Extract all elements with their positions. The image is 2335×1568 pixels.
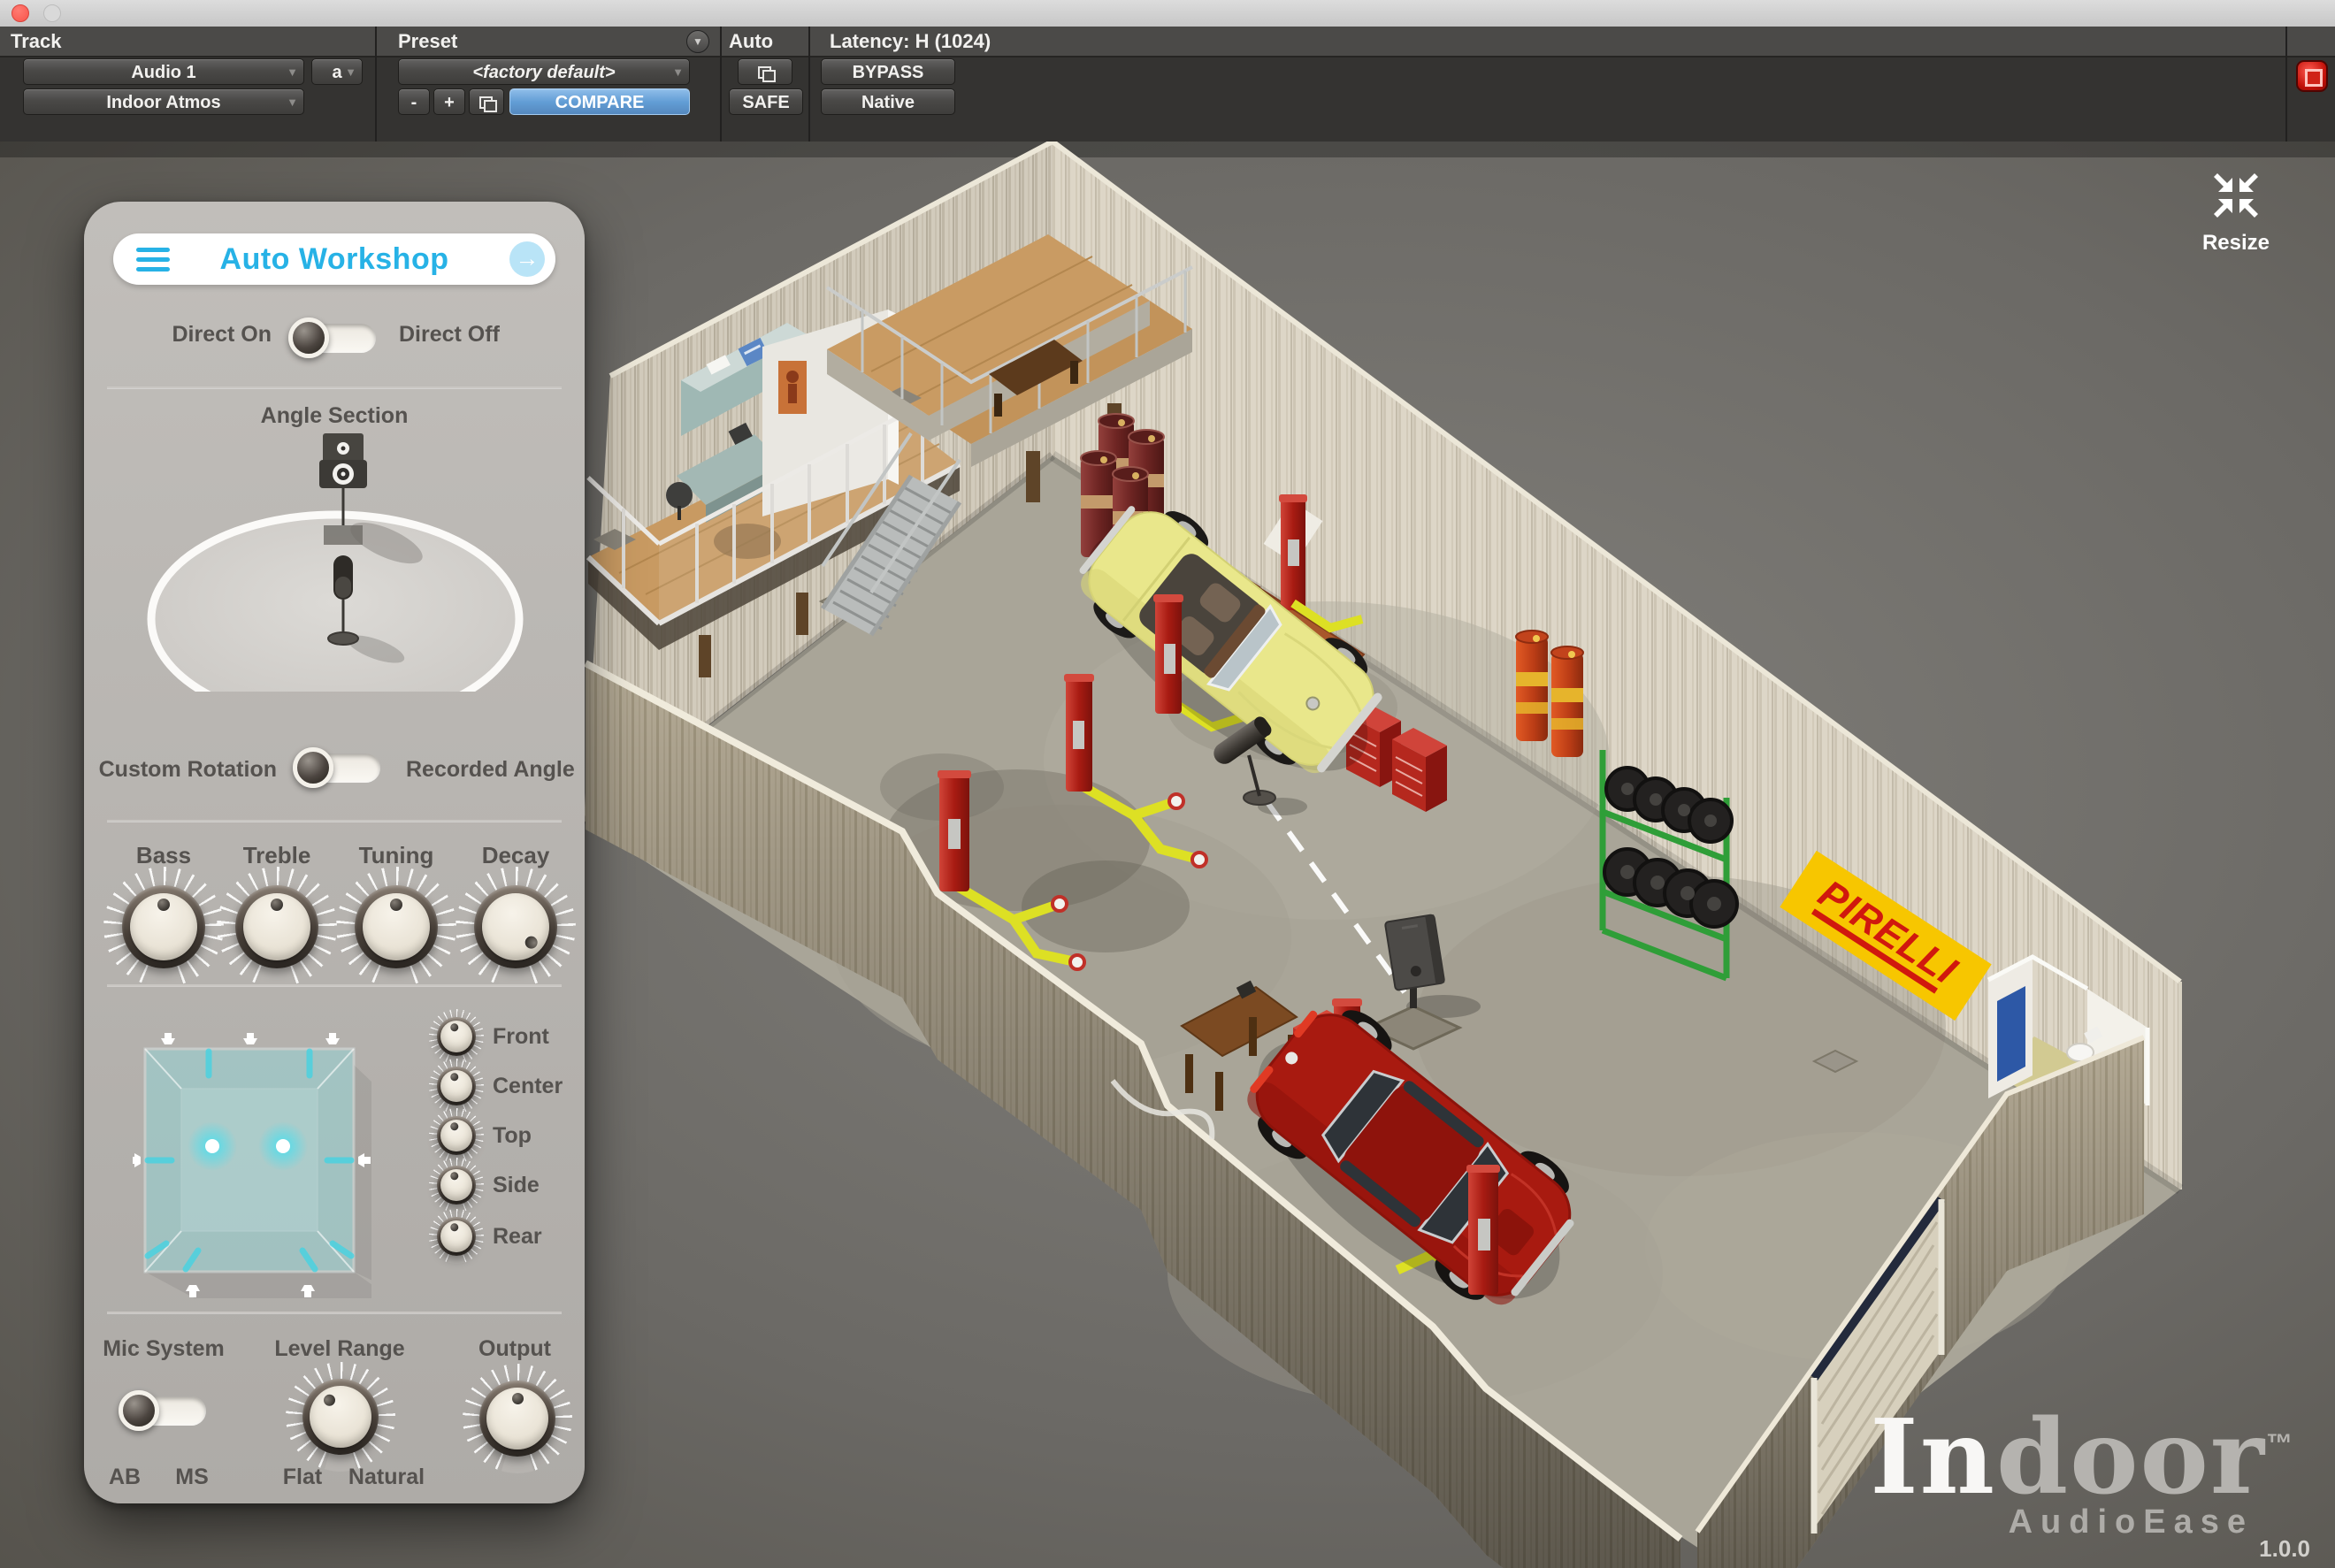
chevron-down-icon: ▼ [287, 65, 298, 79]
copy-preset-button[interactable] [469, 88, 504, 115]
output-knob[interactable] [463, 1364, 572, 1473]
direct-off-label: Direct Off [399, 322, 500, 347]
next-preset-button[interactable]: + [433, 88, 465, 115]
mic-system-toggle[interactable] [119, 1390, 206, 1431]
front-label: Front [493, 1024, 549, 1049]
minimize-button[interactable] [43, 4, 61, 22]
top-label: Top [493, 1123, 532, 1148]
natural-label: Natural [348, 1465, 425, 1489]
rear-level-knob[interactable] [429, 1209, 484, 1264]
output-label: Output [478, 1336, 551, 1361]
toggle-knob [293, 747, 333, 788]
toggle-knob [119, 1390, 159, 1431]
angle-section-label: Angle Section [260, 403, 409, 428]
ms-label: MS [175, 1465, 209, 1489]
auto-label: Auto [729, 30, 774, 52]
preset-label: Preset [398, 30, 458, 52]
custom-rotation-label: Custom Rotation [98, 757, 277, 782]
tuning-label: Tuning [358, 842, 434, 868]
rotation-toggle[interactable] [293, 747, 380, 788]
bass-knob[interactable] [103, 867, 224, 987]
version-label: 1.0.0 [2259, 1535, 2310, 1562]
mic-array-cube[interactable] [133, 1033, 371, 1298]
chevron-down-icon: ▼ [345, 65, 356, 79]
level-range-knob[interactable] [286, 1362, 395, 1472]
product-logo: Indoor™ [1870, 1397, 2294, 1518]
treble-knob[interactable] [217, 867, 337, 987]
direct-on-label: Direct On [172, 322, 272, 347]
branding: Indoor™ AudioEase [1870, 1400, 2294, 1541]
room-preset-title: Auto Workshop [219, 242, 449, 276]
decay-knob[interactable] [456, 867, 576, 987]
safe-button[interactable]: SAFE [729, 88, 803, 115]
flat-label: Flat [282, 1465, 323, 1489]
preset-title-bar: Auto Workshop → [113, 233, 555, 285]
copy-icon [758, 66, 776, 82]
rear-label: Rear [493, 1224, 542, 1249]
chevron-down-icon: ▼ [287, 96, 298, 109]
plugin-window: Track Preset ▼ Auto Latency: H (1024) Au… [0, 0, 2335, 1568]
side-label: Side [493, 1173, 540, 1197]
center-label: Center [493, 1074, 563, 1098]
header-label-row [0, 27, 2335, 57]
direct-toggle[interactable] [288, 317, 376, 358]
control-panel: Auto Workshop → Direct On Direct Off Ang… [84, 202, 585, 1503]
close-button[interactable] [11, 4, 29, 22]
track-label: Track [11, 30, 62, 52]
speaker-icon[interactable] [319, 433, 367, 488]
native-button[interactable]: Native [821, 88, 955, 115]
plugin-slot-selector[interactable]: Indoor Atmos ▼ [23, 88, 304, 115]
angle-section-display[interactable] [105, 426, 565, 692]
yellow-car-lift-front-post [1153, 594, 1183, 714]
recorded-angle-label: Recorded Angle [406, 757, 575, 782]
window-title-bar[interactable] [0, 0, 2335, 27]
chevron-down-icon: ▼ [672, 65, 684, 79]
red-car-lift-front-post [1466, 1165, 1500, 1295]
resize-label: Resize [2201, 231, 2270, 255]
compare-button[interactable]: COMPARE [509, 88, 690, 115]
previous-preset-button[interactable]: - [398, 88, 430, 115]
mic-system-label: Mic System [103, 1336, 225, 1361]
resize-button[interactable]: Resize [2192, 170, 2280, 256]
track-selector[interactable]: Audio 1 ▼ [23, 58, 304, 85]
bass-label: Bass [135, 842, 192, 868]
bypass-button[interactable]: BYPASS [821, 58, 955, 85]
resize-collapse-icon [2214, 173, 2258, 218]
automation-mode-selector[interactable]: a ▼ [311, 58, 363, 85]
preset-menu-icon[interactable]: ▼ [686, 30, 709, 53]
preset-selector[interactable]: <factory default> ▼ [398, 58, 690, 85]
librarian-button[interactable] [738, 58, 792, 85]
next-room-arrow-icon[interactable]: → [509, 241, 545, 277]
plugin-header: Track Preset ▼ Auto Latency: H (1024) Au… [0, 27, 2335, 142]
toggle-knob [288, 317, 329, 358]
ab-label: AB [108, 1465, 142, 1489]
automation-enable-button[interactable] [2296, 60, 2328, 92]
copy-icon [479, 96, 497, 112]
latency-label: Latency: H (1024) [830, 30, 991, 52]
treble-label: Treble [242, 842, 311, 868]
